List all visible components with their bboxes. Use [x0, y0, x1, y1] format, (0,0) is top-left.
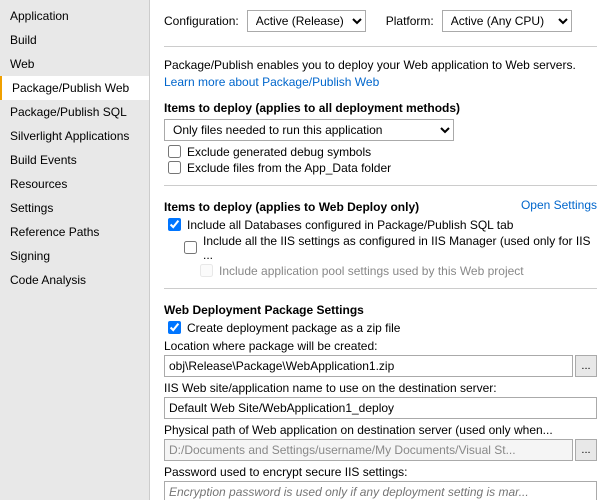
sidebar-item-settings[interactable]: Settings: [0, 196, 149, 220]
app-pool-row: Include application pool settings used b…: [164, 264, 597, 278]
location-row: ...: [164, 355, 597, 377]
deploy-all-label: Items to deploy (applies to all deployme…: [164, 101, 597, 115]
platform-dropdown-container: Active (Any CPU): [442, 10, 572, 32]
web-deployment-section: Web Deployment Package Settings Create d…: [164, 299, 597, 500]
sidebar-item-resources[interactable]: Resources: [0, 172, 149, 196]
zip-checkbox-row: Create deployment package as a zip file: [164, 321, 597, 335]
zip-checkbox[interactable]: [168, 321, 181, 334]
sidebar-item-application[interactable]: Application: [0, 4, 149, 28]
sidebar-item-build-events[interactable]: Build Events: [0, 148, 149, 172]
iis-settings-row: Include all the IIS settings as configur…: [164, 234, 597, 262]
learn-more-link[interactable]: Learn more about Package/Publish Web: [164, 75, 379, 89]
deploy-all-section: Items to deploy (applies to all deployme…: [164, 97, 597, 175]
info-description: Package/Publish enables you to deploy yo…: [164, 57, 597, 91]
app-pool-label: Include application pool settings used b…: [219, 264, 524, 278]
deploy-web-header-row: Items to deploy (applies to Web Deploy o…: [164, 196, 597, 214]
exclude-debug-row: Exclude generated debug symbols: [164, 145, 597, 159]
platform-label: Platform:: [386, 14, 434, 28]
mid-divider2: [164, 288, 597, 289]
password-input[interactable]: [164, 481, 597, 500]
iis-name-row: [164, 397, 597, 419]
include-db-label: Include all Databases configured in Pack…: [187, 218, 513, 232]
location-input[interactable]: [164, 355, 573, 377]
physical-path-browse-button[interactable]: ...: [575, 439, 597, 461]
config-label: Configuration:: [164, 14, 239, 28]
sidebar-item-silverlight[interactable]: Silverlight Applications: [0, 124, 149, 148]
deploy-all-dropdown-row: Only files needed to run this applicatio…: [164, 119, 597, 141]
main-content: Configuration: Active (Release) Platform…: [150, 0, 611, 500]
web-deployment-label: Web Deployment Package Settings: [164, 303, 597, 317]
physical-path-row: ...: [164, 439, 597, 461]
deploy-web-label: Items to deploy (applies to Web Deploy o…: [164, 200, 419, 214]
sidebar-item-web[interactable]: Web: [0, 52, 149, 76]
open-settings-link[interactable]: Open Settings: [521, 198, 597, 212]
config-dropdown-container: Active (Release): [247, 10, 366, 32]
exclude-app-data-row: Exclude files from the App_Data folder: [164, 161, 597, 175]
include-db-row: Include all Databases configured in Pack…: [164, 218, 597, 232]
password-label: Password used to encrypt secure IIS sett…: [164, 465, 597, 479]
sidebar-item-package-publish-web[interactable]: Package/Publish Web: [0, 76, 149, 100]
deploy-all-dropdown[interactable]: Only files needed to run this applicatio…: [164, 119, 454, 141]
location-label: Location where package will be created:: [164, 339, 597, 353]
location-browse-button[interactable]: ...: [575, 355, 597, 377]
iis-settings-checkbox[interactable]: [184, 241, 197, 254]
sidebar-item-package-publish-sql[interactable]: Package/Publish SQL: [0, 100, 149, 124]
sidebar-item-build[interactable]: Build: [0, 28, 149, 52]
physical-path-label: Physical path of Web application on dest…: [164, 423, 597, 437]
deploy-web-section: Items to deploy (applies to Web Deploy o…: [164, 196, 597, 278]
mid-divider1: [164, 185, 597, 186]
physical-path-input[interactable]: [164, 439, 573, 461]
iis-name-label: IIS Web site/application name to use on …: [164, 381, 597, 395]
top-divider: [164, 46, 597, 47]
platform-dropdown[interactable]: Active (Any CPU): [442, 10, 572, 32]
sidebar-item-signing[interactable]: Signing: [0, 244, 149, 268]
exclude-debug-checkbox[interactable]: [168, 145, 181, 158]
zip-checkbox-label: Create deployment package as a zip file: [187, 321, 400, 335]
config-dropdown[interactable]: Active (Release): [247, 10, 366, 32]
app-pool-checkbox[interactable]: [200, 264, 213, 277]
config-platform-row: Configuration: Active (Release) Platform…: [164, 10, 597, 32]
exclude-debug-label: Exclude generated debug symbols: [187, 145, 371, 159]
iis-name-input[interactable]: [164, 397, 597, 419]
sidebar-item-code-analysis[interactable]: Code Analysis: [0, 268, 149, 292]
exclude-app-data-checkbox[interactable]: [168, 161, 181, 174]
sidebar-item-reference-paths[interactable]: Reference Paths: [0, 220, 149, 244]
sidebar: Application Build Web Package/Publish We…: [0, 0, 150, 500]
exclude-app-data-label: Exclude files from the App_Data folder: [187, 161, 391, 175]
password-row: [164, 481, 597, 500]
include-db-checkbox[interactable]: [168, 218, 181, 231]
iis-settings-label: Include all the IIS settings as configur…: [203, 234, 597, 262]
